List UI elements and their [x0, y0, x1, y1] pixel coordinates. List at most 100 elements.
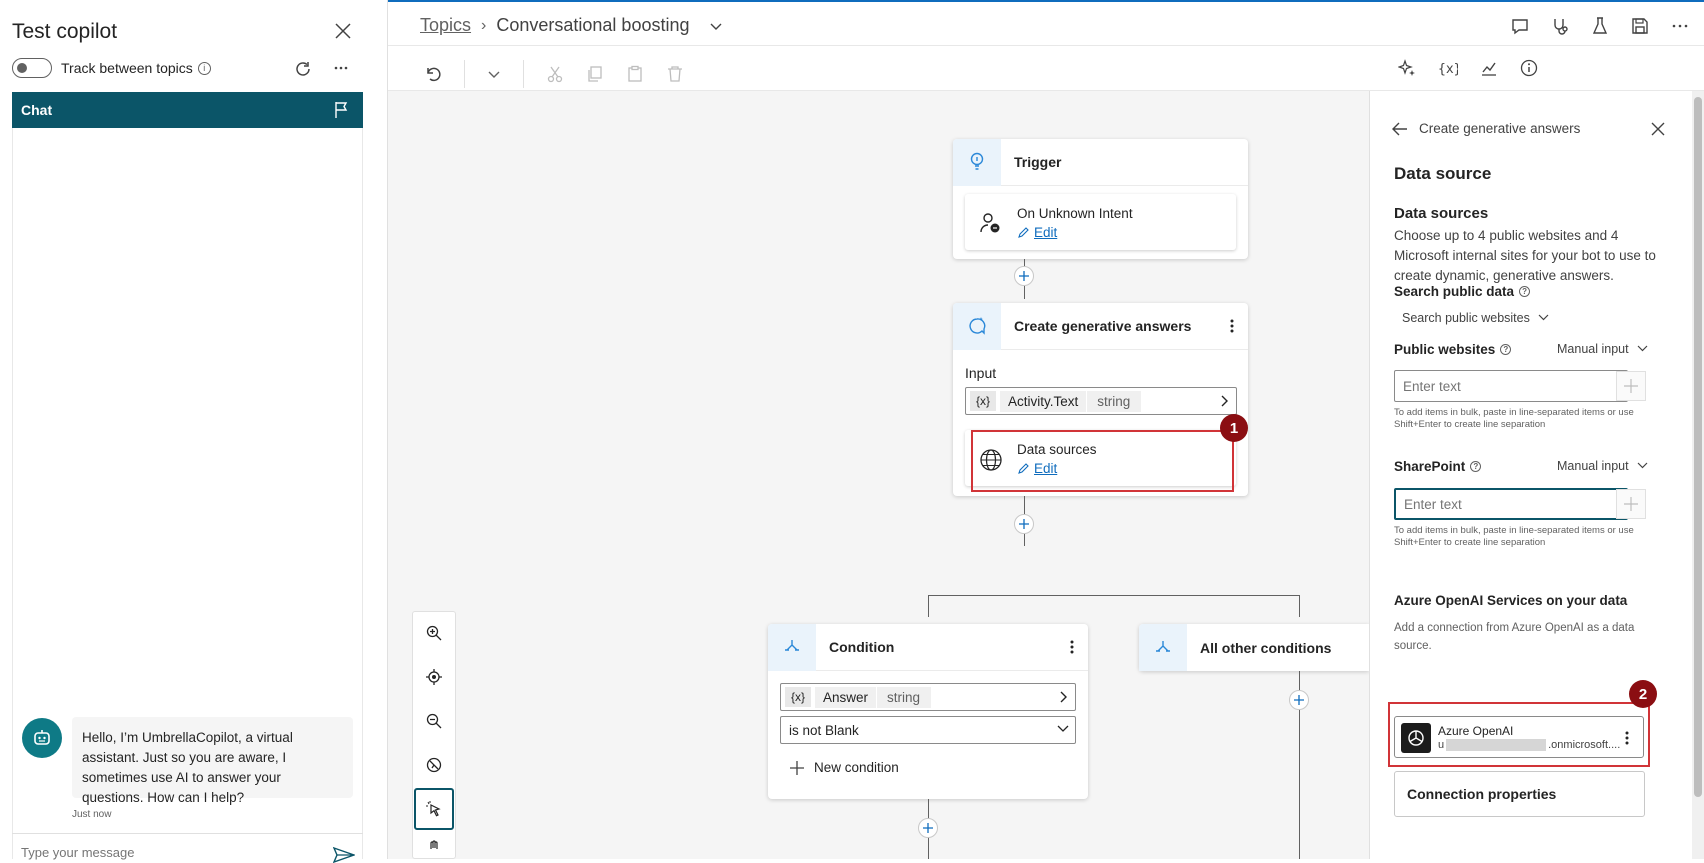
condition-variable-field[interactable]: {x} Answer string [780, 683, 1076, 711]
more-options-icon[interactable] [1670, 16, 1690, 36]
help-icon[interactable]: ? [1500, 344, 1512, 355]
public-websites-input[interactable] [1394, 370, 1628, 402]
copy-icon[interactable] [586, 65, 604, 83]
unknown-intent-icon [979, 212, 1001, 234]
add-node-button[interactable] [1014, 266, 1034, 286]
generative-answers-header: Create generative answers [953, 302, 1248, 350]
cut-icon[interactable] [546, 65, 564, 83]
topic-checker-icon[interactable] [1550, 16, 1570, 36]
paste-icon[interactable] [626, 65, 644, 83]
properties-panel: Create generative answers Data source Da… [1369, 91, 1692, 859]
chevron-right-icon[interactable] [1220, 395, 1230, 407]
generative-answers-title: Create generative answers [1014, 318, 1192, 334]
flag-icon[interactable] [333, 101, 349, 119]
track-topics-row: Track between topics i [12, 58, 211, 78]
undo-icon[interactable] [424, 65, 442, 83]
branch-line [928, 595, 1300, 596]
more-options-icon[interactable] [333, 60, 349, 76]
connection-properties-button[interactable]: Connection properties [1394, 771, 1645, 817]
back-arrow-icon[interactable] [1392, 122, 1408, 136]
trigger-bulb-icon [953, 138, 1001, 186]
condition-title: Condition [829, 639, 895, 655]
public-websites-mode-dropdown[interactable]: Manual input [1557, 342, 1648, 356]
other-conditions-node[interactable]: All other conditions [1139, 624, 1369, 671]
variable-icon: {x} [970, 391, 997, 411]
info-icon[interactable]: i [197, 61, 211, 75]
chevron-down-icon[interactable] [1057, 724, 1069, 734]
test-pane-title: Test copilot [12, 20, 118, 43]
send-icon[interactable] [333, 847, 355, 863]
connector-line [1299, 595, 1300, 617]
condition-node[interactable]: Condition {x} Answer string is not Blank… [768, 623, 1088, 799]
trigger-node[interactable]: Trigger On Unknown Intent Edit [953, 138, 1248, 259]
scrollbar-thumb[interactable] [1694, 97, 1702, 797]
new-condition-button[interactable]: New condition [790, 760, 899, 775]
node-menu-icon[interactable] [1070, 639, 1074, 655]
canvas-actions: {x} [1398, 59, 1538, 77]
trigger-intent-name: On Unknown Intent [1017, 206, 1133, 221]
test-flask-icon[interactable] [1590, 16, 1610, 36]
annotation-highlight [971, 430, 1234, 492]
trigger-edit-link[interactable]: Edit [1017, 225, 1057, 240]
add-website-button[interactable] [1616, 371, 1646, 401]
close-icon[interactable] [1651, 122, 1665, 136]
track-topics-label: Track between topics [61, 60, 193, 76]
search-public-data-dropdown[interactable]: Search public websites [1402, 311, 1549, 325]
condition-header: Condition [768, 623, 1088, 671]
zoom-in-icon[interactable] [426, 625, 442, 641]
add-node-button[interactable] [1014, 514, 1034, 534]
panel-scrollbar[interactable] [1692, 91, 1704, 859]
comments-icon[interactable] [1510, 16, 1530, 36]
minimap-icon[interactable] [426, 757, 442, 773]
topic-header: Topics › Conversational boosting [388, 0, 1704, 46]
public-websites-label: Public websites ? [1394, 342, 1512, 357]
add-node-button[interactable] [1289, 690, 1309, 710]
node-menu-icon[interactable] [1230, 318, 1234, 334]
details-info-icon[interactable] [1520, 59, 1538, 77]
public-websites-mode: Manual input [1557, 342, 1629, 356]
condition-operator-select[interactable]: is not Blank [780, 716, 1076, 744]
breadcrumb-topics-link[interactable]: Topics [420, 15, 471, 36]
chevron-down-icon [1637, 345, 1648, 353]
add-sharepoint-button[interactable] [1616, 489, 1646, 519]
variables-icon[interactable]: {x} [1438, 59, 1458, 77]
input-variable-field[interactable]: {x} Activity.Text string [965, 387, 1237, 415]
bulk-add-hint: To add items in bulk, paste in line-sepa… [1394, 407, 1634, 430]
input-label: Input [965, 365, 997, 381]
chevron-down-icon[interactable] [709, 19, 723, 33]
search-public-data-value: Search public websites [1402, 311, 1530, 325]
panel-breadcrumb-title: Create generative answers [1419, 121, 1581, 136]
condition-operator-value: is not Blank [789, 722, 859, 738]
close-icon[interactable] [334, 22, 352, 40]
save-icon[interactable] [1630, 16, 1650, 36]
delete-icon[interactable] [666, 65, 684, 83]
analytics-icon[interactable] [1480, 59, 1498, 77]
search-public-data-label: Search public data ? [1394, 284, 1531, 299]
sharepoint-input[interactable] [1394, 488, 1628, 520]
help-icon[interactable]: ? [1519, 286, 1531, 297]
track-topics-toggle[interactable] [12, 58, 52, 78]
chevron-down-icon [1637, 462, 1648, 470]
breadcrumb: Topics › Conversational boosting [420, 15, 723, 36]
azure-openai-heading: Azure OpenAI Services on your data [1394, 593, 1628, 608]
canvas-zoom-controls [412, 611, 456, 859]
help-icon[interactable]: ? [1470, 461, 1482, 472]
chevron-right-icon[interactable] [1059, 691, 1069, 703]
authoring-canvas[interactable]: Trigger On Unknown Intent Edit Create ge… [388, 91, 1369, 859]
chat-tab[interactable]: Chat [12, 92, 363, 128]
sharepoint-label: SharePoint ? [1394, 459, 1482, 474]
pointer-select-icon[interactable] [426, 801, 442, 817]
add-node-button[interactable] [918, 818, 938, 838]
refresh-icon[interactable] [294, 60, 312, 78]
recenter-icon[interactable] [426, 669, 442, 685]
chevron-down-icon[interactable] [487, 67, 501, 81]
editor-toolbar: {x} [388, 46, 1704, 91]
other-conditions-header: All other conditions [1139, 624, 1369, 671]
zoom-out-icon[interactable] [426, 713, 442, 729]
message-input[interactable] [21, 845, 301, 860]
header-actions [1510, 16, 1690, 36]
sharepoint-mode-dropdown[interactable]: Manual input [1557, 459, 1648, 473]
copilot-sparkle-icon[interactable] [1398, 59, 1416, 77]
trigger-intent-card[interactable]: On Unknown Intent Edit [965, 194, 1236, 250]
pan-hand-icon[interactable] [426, 840, 442, 856]
